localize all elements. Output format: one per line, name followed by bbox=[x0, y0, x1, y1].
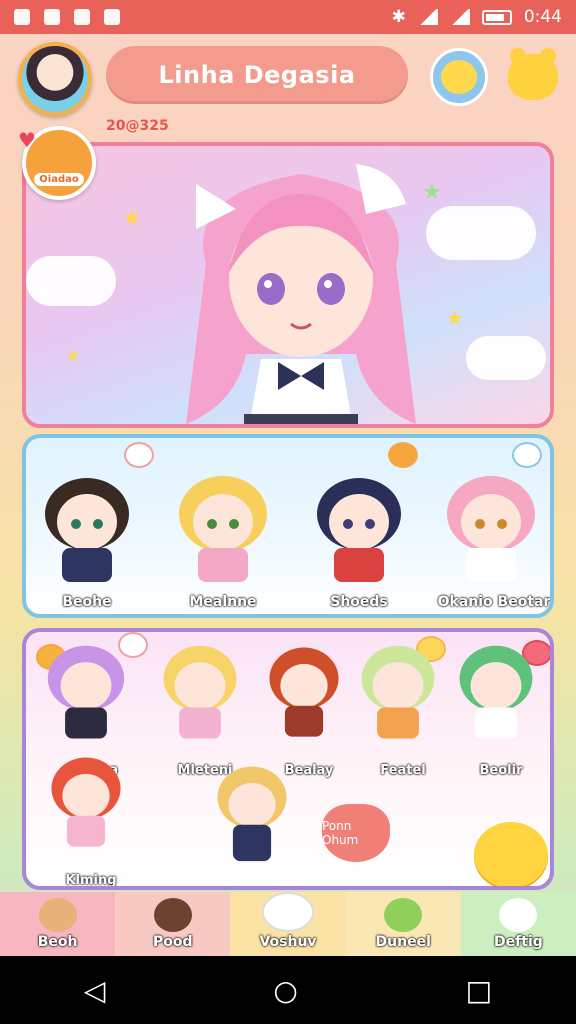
bear-icon bbox=[508, 48, 558, 100]
nav-label: Beoh bbox=[37, 934, 78, 950]
cloud-decoration bbox=[466, 336, 546, 380]
character-name: Featel bbox=[380, 763, 426, 778]
home-icon[interactable]: ○ bbox=[273, 974, 297, 1007]
roster-character-3[interactable]: Shoeds bbox=[304, 470, 414, 610]
cloud-icon bbox=[499, 898, 538, 932]
character-avatar bbox=[51, 757, 121, 847]
close-sticker-icon[interactable] bbox=[512, 442, 542, 468]
cell-signal-icon bbox=[449, 9, 470, 25]
character-icon bbox=[153, 898, 192, 932]
title-pill[interactable]: Linha Degasia bbox=[106, 46, 408, 104]
roster-character-1[interactable]: Beohe bbox=[32, 470, 142, 610]
cloud-decoration bbox=[426, 206, 536, 260]
badge-label: Oiadao bbox=[34, 173, 84, 186]
gallery-character-4[interactable]: Featel bbox=[348, 638, 458, 778]
character-gallery-card: Cienlaa Mleteni Bealay Featel Beolir bbox=[22, 628, 554, 890]
app-notification-icon bbox=[104, 9, 120, 25]
character-avatar bbox=[317, 478, 401, 582]
hero-character-illustration bbox=[186, 164, 416, 424]
gallery-character-6[interactable]: Klming bbox=[36, 748, 146, 888]
nav-item-duneel[interactable]: Duneel bbox=[345, 892, 461, 956]
cloud-decoration bbox=[26, 256, 116, 306]
nav-item-pood[interactable]: Pood bbox=[115, 892, 231, 956]
character-avatar bbox=[459, 645, 533, 739]
star-icon: ★ bbox=[122, 206, 142, 231]
bluetooth-icon: ✱ bbox=[391, 7, 406, 27]
star-icon: ★ bbox=[66, 346, 81, 365]
sun-sticker-icon bbox=[388, 442, 418, 468]
status-bar: ✱ 0:44 bbox=[0, 0, 576, 34]
hero-card[interactable]: ★ ★ ★ ★ bbox=[22, 142, 554, 428]
nav-item-deftig[interactable]: Deftig bbox=[460, 892, 576, 956]
character-name: Beolir bbox=[479, 763, 523, 778]
star-icon: ★ bbox=[446, 306, 464, 330]
character-avatar bbox=[45, 478, 129, 582]
profile-avatar[interactable] bbox=[18, 42, 92, 116]
back-icon[interactable]: ◁ bbox=[84, 974, 106, 1007]
bear-button[interactable] bbox=[504, 48, 562, 106]
character-roster-card: Beohe Mealnne Shoeds Okanio Beotar bbox=[22, 434, 554, 618]
app-notification-icon bbox=[14, 9, 30, 25]
subtitle-code: 20@325 bbox=[106, 118, 169, 134]
notification-icons bbox=[14, 9, 120, 25]
nav-label: Voshuv bbox=[259, 934, 317, 950]
heart-note-text: Ponn Ohum bbox=[322, 819, 359, 847]
nav-label: Duneel bbox=[375, 934, 431, 950]
character-avatar bbox=[47, 645, 125, 739]
nav-label: Pood bbox=[153, 934, 193, 950]
character-name: Mealnne bbox=[189, 594, 257, 610]
character-avatar bbox=[447, 476, 535, 582]
wifi-signal-icon bbox=[417, 9, 438, 25]
frog-icon bbox=[384, 898, 423, 932]
battery-icon bbox=[481, 9, 512, 25]
character-name: Okanio Beotar bbox=[437, 594, 551, 610]
character-avatar bbox=[179, 476, 267, 582]
character-name: Beohe bbox=[62, 594, 112, 610]
ghost-mascot-icon bbox=[262, 892, 314, 932]
chick-button[interactable] bbox=[430, 48, 488, 106]
heart-icon: ♥ bbox=[18, 128, 36, 152]
roster-character-4[interactable]: Okanio Beotar bbox=[436, 470, 551, 610]
character-avatar bbox=[269, 647, 339, 737]
app-notification-icon bbox=[74, 9, 90, 25]
sun-mascot-icon bbox=[474, 822, 548, 886]
bottom-nav: Beoh Pood Voshuv Duneel Deftig bbox=[0, 892, 576, 956]
recents-icon[interactable]: □ bbox=[466, 974, 492, 1007]
status-time: 0:44 bbox=[523, 7, 562, 27]
character-avatar bbox=[361, 645, 435, 739]
speech-bubble-icon bbox=[124, 442, 154, 468]
puppy-icon bbox=[38, 898, 77, 932]
nav-item-voshuv[interactable]: Voshuv bbox=[230, 892, 346, 956]
character-name: Shoeds bbox=[330, 594, 388, 610]
system-nav-bar: ◁ ○ □ bbox=[0, 956, 576, 1024]
gallery-character-5[interactable]: Beolir bbox=[446, 638, 550, 778]
app-notification-icon bbox=[44, 9, 60, 25]
app-header: Linha Degasia bbox=[0, 38, 576, 118]
character-avatar bbox=[163, 645, 237, 739]
nav-item-beoh[interactable]: Beoh bbox=[0, 892, 116, 956]
nav-label: Deftig bbox=[494, 934, 543, 950]
character-avatar bbox=[217, 766, 287, 862]
app-title: Linha Degasia bbox=[158, 61, 356, 89]
gallery-character-7[interactable] bbox=[202, 754, 312, 886]
chick-icon bbox=[441, 60, 477, 94]
character-name: Klming bbox=[65, 873, 117, 888]
heart-note-sticker[interactable]: Ponn Ohum bbox=[322, 804, 390, 862]
roster-character-2[interactable]: Mealnne bbox=[168, 470, 278, 610]
